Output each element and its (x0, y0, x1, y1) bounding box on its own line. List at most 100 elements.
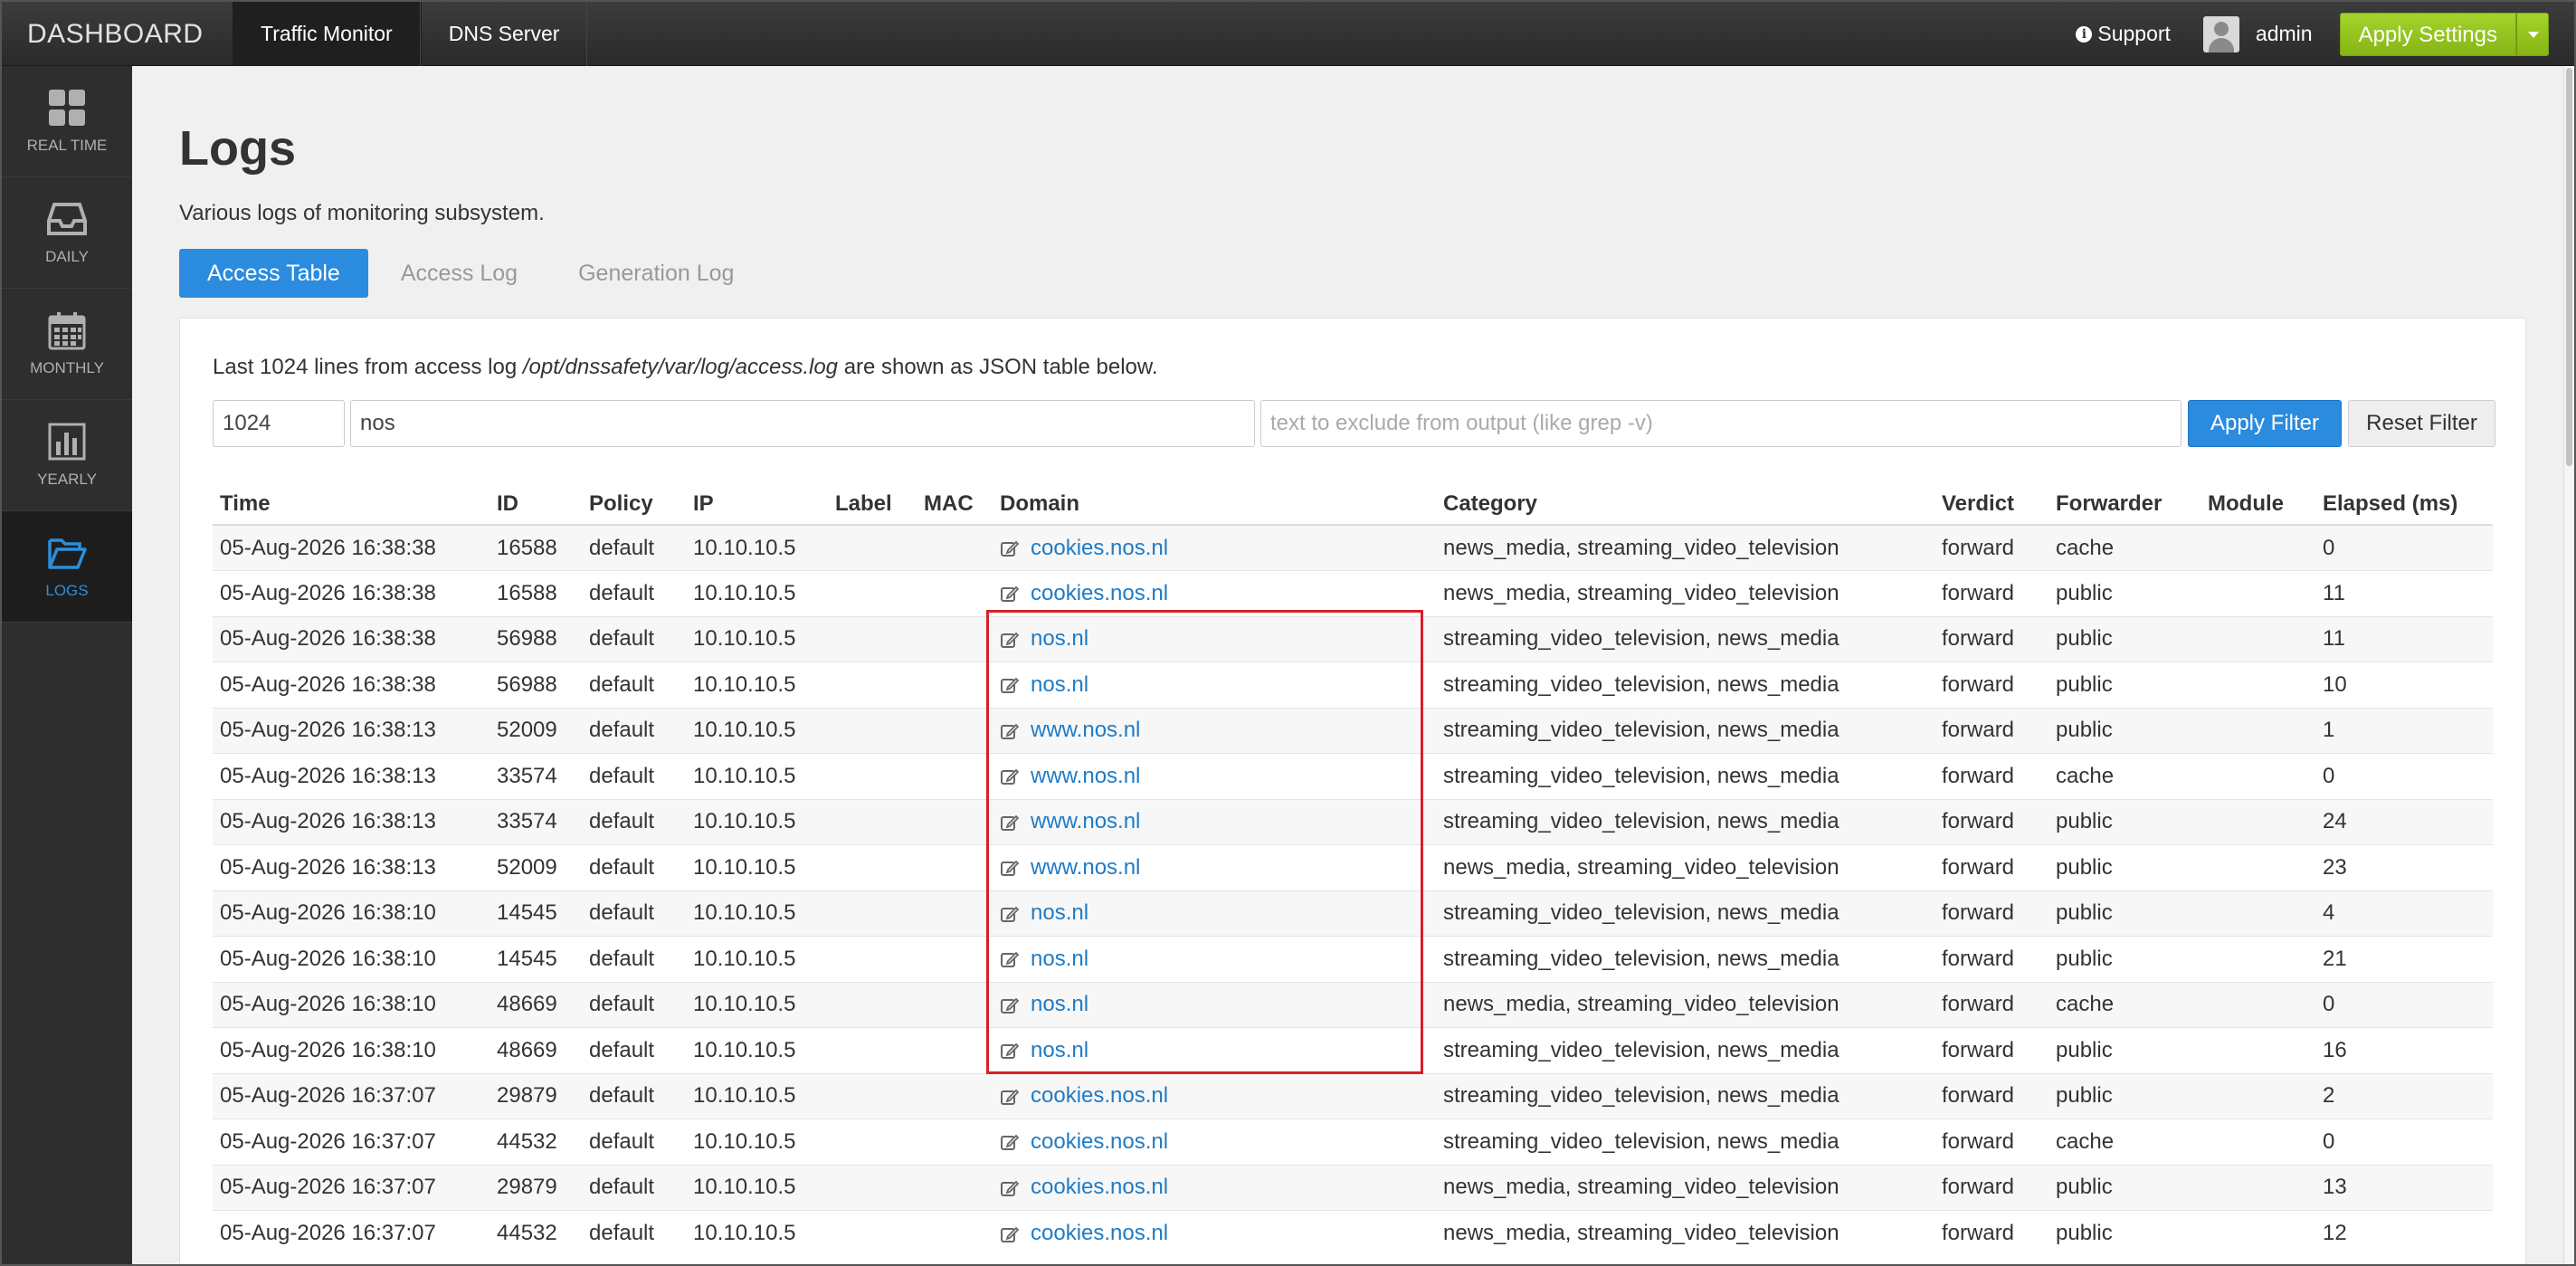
grid-icon (49, 90, 85, 126)
column-header-elapsed[interactable]: Elapsed (ms) (2315, 480, 2493, 526)
calendar-icon (48, 312, 86, 350)
domain-link[interactable]: nos.nl (1031, 947, 1088, 971)
nav-tab-dns-server[interactable]: DNS Server (420, 2, 588, 66)
domain-link[interactable]: nos.nl (1031, 672, 1088, 697)
cell-domain: cookies.nos.nl (993, 1072, 1436, 1119)
apply-filter-button[interactable]: Apply Filter (2188, 400, 2342, 447)
edit-icon[interactable] (1000, 766, 1020, 786)
cell-id: 48669 (490, 981, 582, 1028)
cell-ip: 10.10.10.5 (686, 1118, 828, 1165)
sidebar-item-daily[interactable]: DAILY (2, 177, 132, 289)
nav-tab-traffic-monitor[interactable]: Traffic Monitor (233, 2, 421, 66)
cell-policy: default (582, 1027, 686, 1073)
include-filter-input[interactable] (350, 400, 1255, 447)
sidebar-item-real-time[interactable]: REAL TIME (2, 66, 132, 177)
column-header-policy[interactable]: Policy (582, 480, 686, 526)
brand-logo[interactable]: DASHBOARD (27, 2, 204, 66)
table-row: 05-Aug-2026 16:38:13 33574 default 10.10.10… (213, 753, 2493, 799)
domain-link[interactable]: www.nos.nl (1031, 809, 1140, 833)
edit-icon[interactable] (1000, 584, 1020, 604)
sidebar-item-monthly[interactable]: MONTHLY (2, 289, 132, 400)
domain-link[interactable]: cookies.nos.nl (1031, 1129, 1168, 1154)
apply-settings-button[interactable]: Apply Settings (2339, 12, 2516, 56)
cell-id: 56988 (490, 615, 582, 662)
edit-icon[interactable] (1000, 813, 1020, 833)
user-name[interactable]: admin (2256, 22, 2313, 46)
edit-icon[interactable] (1000, 949, 1020, 969)
cell-elapsed: 2 (2315, 1072, 2493, 1119)
tab-access-table[interactable]: Access Table (179, 249, 368, 298)
table-row: 05-Aug-2026 16:38:10 48669 default 10.10.10… (213, 1027, 2493, 1073)
domain-link[interactable]: nos.nl (1031, 992, 1088, 1016)
cell-time: 05-Aug-2026 16:38:13 (213, 798, 490, 845)
tab-access-log[interactable]: Access Log (373, 249, 546, 298)
edit-icon[interactable] (1000, 1087, 1020, 1107)
cell-time: 05-Aug-2026 16:38:38 (213, 662, 490, 708)
avatar-icon[interactable] (2202, 15, 2239, 52)
column-header-category[interactable]: Category (1436, 480, 1934, 526)
edit-icon[interactable] (1000, 995, 1020, 1015)
column-header-domain[interactable]: Domain (993, 480, 1436, 526)
domain-link[interactable]: www.nos.nl (1031, 764, 1140, 788)
cell-time: 05-Aug-2026 16:38:38 (213, 615, 490, 662)
cell-label (828, 707, 917, 754)
column-header-forwarder[interactable]: Forwarder (2048, 480, 2201, 526)
edit-icon[interactable] (1000, 675, 1020, 695)
column-header-ip[interactable]: IP (686, 480, 828, 526)
sidebar-item-logs[interactable]: LOGS (2, 511, 132, 623)
cell-category: streaming_video_television, news_media (1436, 707, 1934, 754)
cell-policy: default (582, 798, 686, 845)
edit-icon[interactable] (1000, 538, 1020, 558)
cell-mac (917, 1164, 993, 1211)
cell-policy: default (582, 890, 686, 937)
apply-settings-dropdown-icon[interactable] (2516, 12, 2549, 56)
edit-icon[interactable] (1000, 858, 1020, 878)
edit-icon[interactable] (1000, 1178, 1020, 1198)
domain-link[interactable]: cookies.nos.nl (1031, 1221, 1168, 1245)
cell-policy: default (582, 753, 686, 799)
domain-link[interactable]: nos.nl (1031, 626, 1088, 651)
sidebar-item-yearly[interactable]: YEARLY (2, 400, 132, 511)
cell-category: news_media, streaming_video_television (1436, 570, 1934, 616)
line-count-input[interactable] (213, 400, 345, 447)
cell-label (828, 844, 917, 890)
column-header-verdict[interactable]: Verdict (1934, 480, 2048, 526)
cell-category: streaming_video_television, news_media (1436, 1118, 1934, 1165)
edit-icon[interactable] (1000, 1224, 1020, 1244)
domain-link[interactable]: cookies.nos.nl (1031, 536, 1168, 560)
cell-elapsed: 24 (2315, 798, 2493, 845)
table-row: 05-Aug-2026 16:38:38 56988 default 10.10.10… (213, 615, 2493, 662)
column-header-module[interactable]: Module (2201, 480, 2315, 526)
domain-link[interactable]: nos.nl (1031, 1038, 1088, 1062)
exclude-filter-input[interactable] (1260, 400, 2182, 447)
edit-icon[interactable] (1000, 630, 1020, 650)
scrollbar-thumb[interactable] (2566, 68, 2572, 466)
desc-suffix: are shown as JSON table below. (838, 355, 1158, 379)
cell-category: news_media, streaming_video_television (1436, 1210, 1934, 1256)
column-header-time[interactable]: Time (213, 480, 490, 526)
cell-category: news_media, streaming_video_television (1436, 1164, 1934, 1211)
cell-domain: cookies.nos.nl (993, 1118, 1436, 1165)
table-header: Time ID Policy IP Label MAC Domain Categ… (213, 480, 2493, 526)
support-link[interactable]: i Support (2076, 22, 2171, 46)
domain-link[interactable]: www.nos.nl (1031, 718, 1140, 742)
edit-icon[interactable] (1000, 1041, 1020, 1061)
page-scrollbar[interactable] (2563, 66, 2574, 1264)
domain-link[interactable]: www.nos.nl (1031, 855, 1140, 880)
column-header-mac[interactable]: MAC (917, 480, 993, 526)
edit-icon[interactable] (1000, 904, 1020, 924)
column-header-label[interactable]: Label (828, 480, 917, 526)
reset-filter-button[interactable]: Reset Filter (2348, 400, 2495, 447)
cell-verdict: forward (1934, 615, 2048, 662)
edit-icon[interactable] (1000, 721, 1020, 741)
domain-link[interactable]: cookies.nos.nl (1031, 1175, 1168, 1199)
cell-module (2201, 1118, 2315, 1165)
cell-module (2201, 844, 2315, 890)
domain-link[interactable]: cookies.nos.nl (1031, 581, 1168, 605)
domain-link[interactable]: nos.nl (1031, 900, 1088, 925)
edit-icon[interactable] (1000, 1132, 1020, 1152)
tab-generation-log[interactable]: Generation Log (550, 249, 762, 298)
column-header-id[interactable]: ID (490, 480, 582, 526)
cell-id: 33574 (490, 753, 582, 799)
domain-link[interactable]: cookies.nos.nl (1031, 1083, 1168, 1108)
